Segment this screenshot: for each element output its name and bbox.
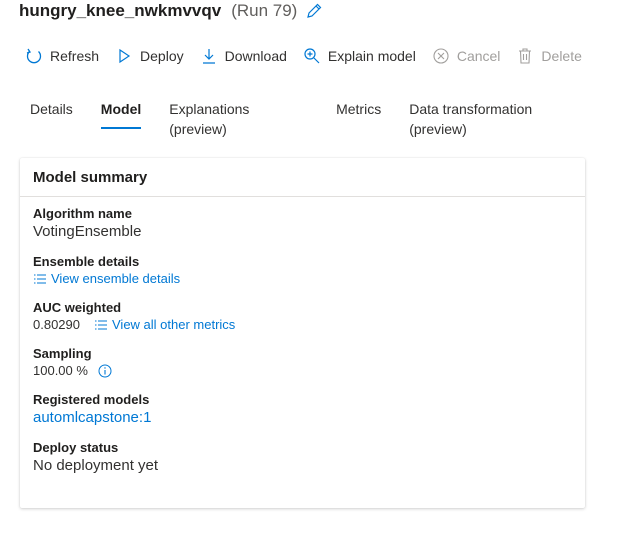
zoom-in-icon: [303, 47, 321, 65]
field-label: Algorithm name: [33, 206, 132, 221]
tab-model[interactable]: Model: [100, 99, 142, 129]
field-algorithm: Algorithm name VotingEnsemble: [33, 205, 572, 242]
tab-metrics[interactable]: Metrics: [336, 99, 381, 129]
model-summary-card: Model summary Algorithm name VotingEnsem…: [20, 158, 585, 508]
tab-data-transformation[interactable]: Data transformation (preview): [409, 99, 590, 137]
play-icon: [115, 47, 133, 65]
delete-label: Delete: [541, 48, 582, 64]
view-ensemble-link[interactable]: View ensemble details: [33, 270, 572, 288]
run-id: (Run 79): [231, 1, 298, 20]
explain-model-label: Explain model: [327, 48, 416, 64]
list-icon: [94, 319, 108, 331]
trash-icon: [516, 47, 534, 65]
refresh-icon: [25, 47, 43, 65]
refresh-button[interactable]: Refresh: [25, 47, 99, 65]
field-deploy-status: Deploy status No deployment yet: [33, 439, 572, 476]
cancel-button[interactable]: Cancel: [432, 47, 501, 65]
pencil-icon[interactable]: [305, 2, 323, 20]
auc-value: 0.80290: [33, 317, 80, 332]
tab-details[interactable]: Details: [30, 99, 73, 129]
card-header: Model summary: [20, 158, 585, 197]
auc-row: 0.80290 View all other metrics: [33, 316, 572, 334]
info-icon[interactable]: [98, 364, 112, 378]
cancel-label: Cancel: [456, 48, 501, 64]
field-label: Sampling: [33, 346, 92, 361]
view-ensemble-label: View ensemble details: [51, 271, 181, 286]
field-label: Deploy status: [33, 440, 119, 455]
field-label: AUC weighted: [33, 300, 122, 315]
delete-button[interactable]: Delete: [516, 47, 582, 65]
run-name: hungry_knee_nwkmvvqv: [19, 1, 222, 20]
field-ensemble: Ensemble details View ensemble details: [33, 253, 572, 288]
sampling-row: 100.00 %: [33, 362, 572, 380]
toolbar: Refresh Deploy Download Explain model Ca…: [25, 45, 598, 67]
field-label: Registered models: [33, 392, 150, 407]
field-auc: AUC weighted 0.80290 View all other metr…: [33, 299, 572, 334]
algorithm-value: VotingEnsemble: [33, 223, 142, 240]
explain-model-button[interactable]: Explain model: [303, 47, 416, 65]
card-title: Model summary: [33, 168, 148, 186]
view-all-metrics-label: View all other metrics: [112, 317, 236, 332]
download-label: Download: [224, 48, 287, 64]
download-button[interactable]: Download: [200, 47, 287, 65]
field-registered-models: Registered models automlcapstone:1: [33, 391, 572, 428]
view-all-metrics-link[interactable]: View all other metrics: [94, 316, 235, 334]
deploy-button[interactable]: Deploy: [115, 47, 184, 65]
field-label: Ensemble details: [33, 254, 140, 269]
registered-model-link[interactable]: automlcapstone:1: [33, 408, 572, 428]
field-sampling: Sampling 100.00 %: [33, 345, 572, 380]
cancel-icon: [432, 47, 450, 65]
tab-explanations[interactable]: Explanations (preview): [169, 99, 308, 137]
sampling-value: 100.00 %: [33, 363, 88, 378]
refresh-label: Refresh: [50, 48, 100, 64]
card-body: Algorithm name VotingEnsemble Ensemble d…: [20, 197, 585, 476]
title-row: hungry_knee_nwkmvvqv (Run 79): [19, 0, 323, 22]
download-icon: [200, 47, 218, 65]
deploy-status-value: No deployment yet: [33, 457, 159, 474]
list-icon: [33, 273, 47, 285]
tab-bar: Details Model Explanations (preview) Met…: [30, 99, 618, 137]
deploy-label: Deploy: [140, 48, 184, 64]
